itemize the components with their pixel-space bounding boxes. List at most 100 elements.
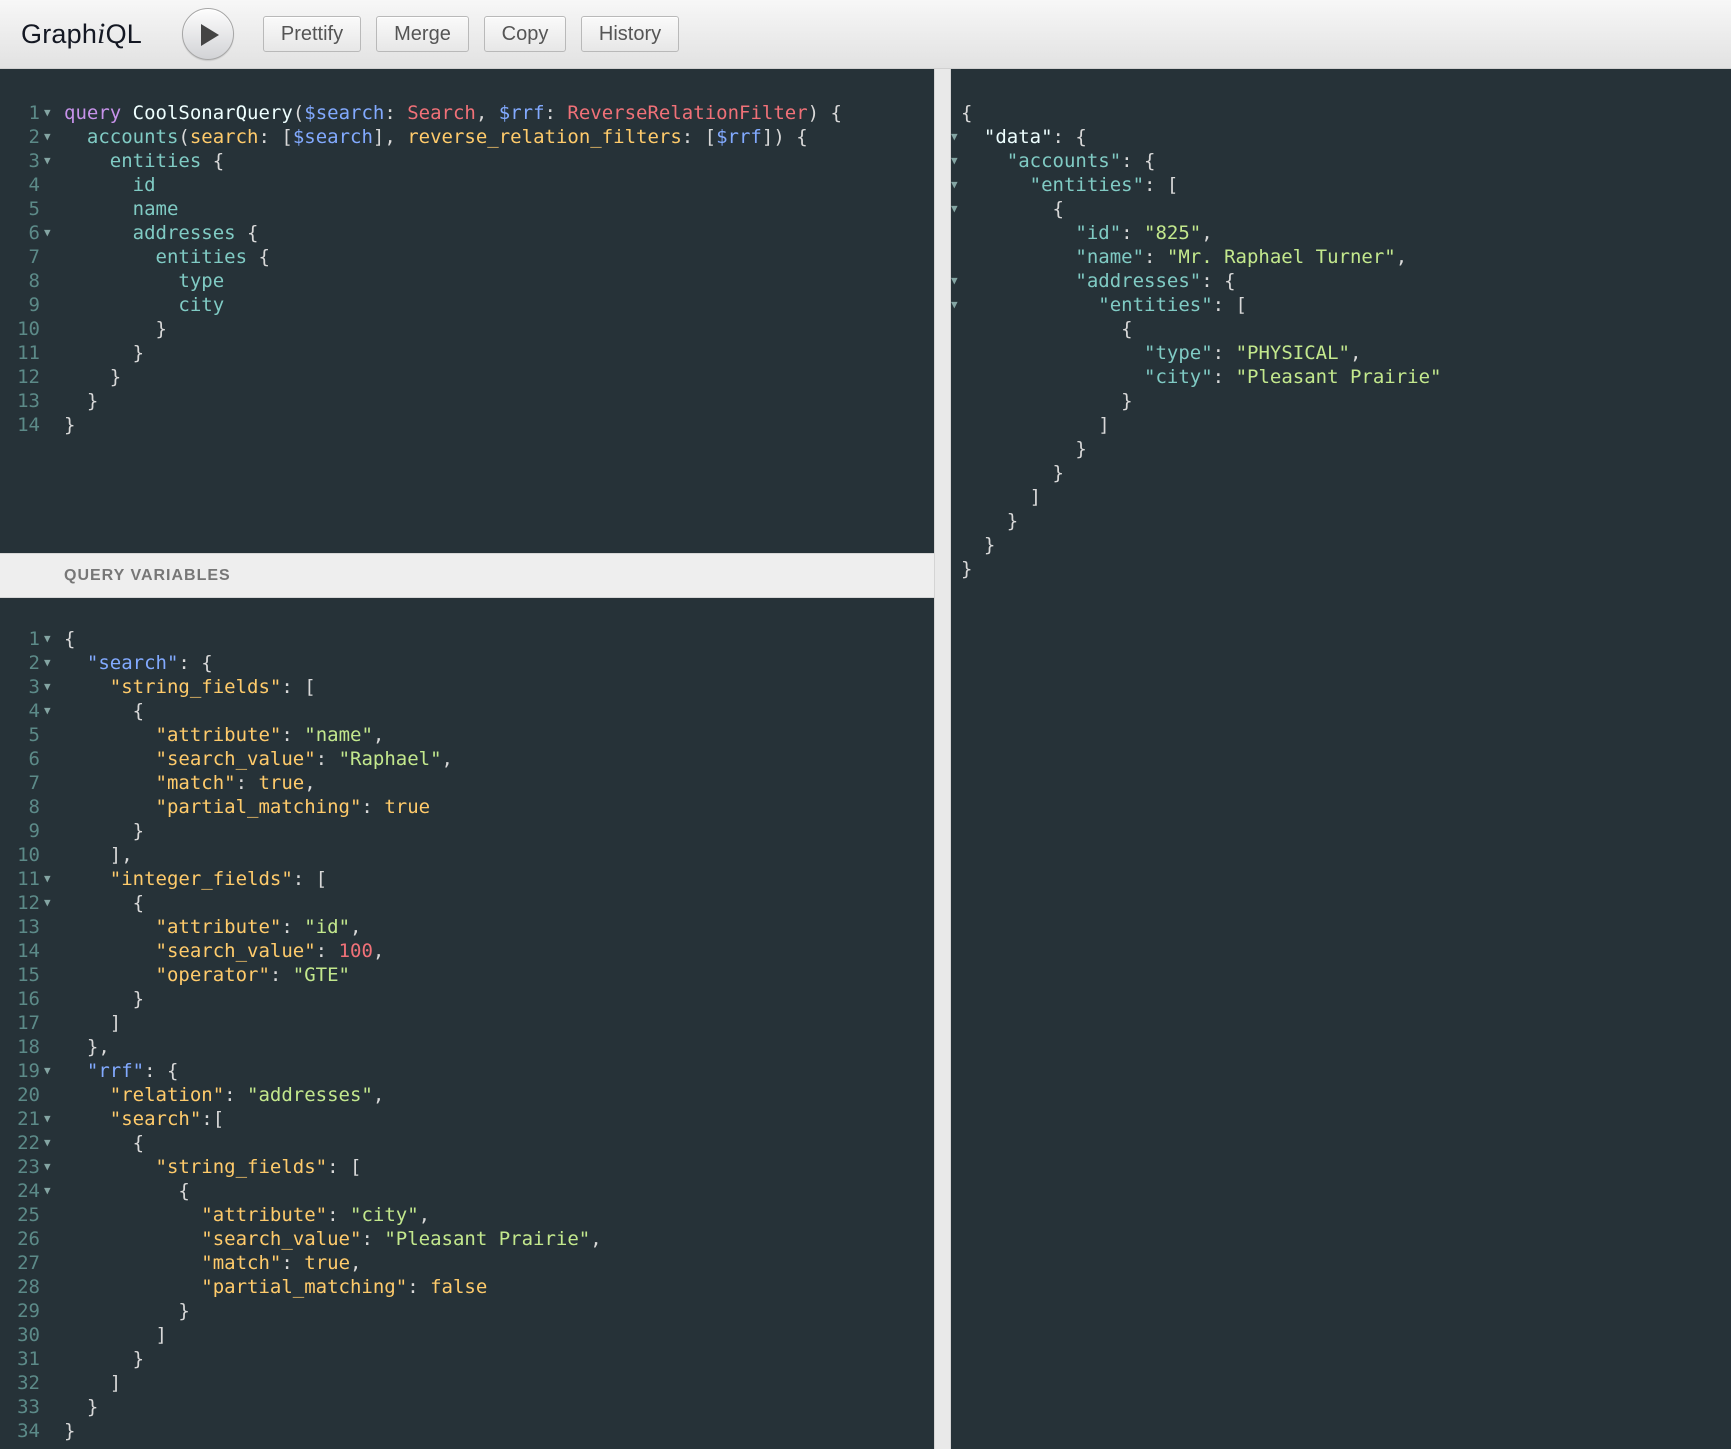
result-line: "accounts": { bbox=[961, 149, 1156, 173]
code-token: ReverseRelationFilter bbox=[567, 102, 808, 124]
line-number: 22 bbox=[17, 1132, 40, 1154]
fold-arrow-icon[interactable]: ▼ bbox=[44, 867, 51, 891]
line-number: 13 bbox=[17, 916, 40, 938]
code-token: "match" bbox=[201, 1252, 282, 1274]
code-text: id bbox=[64, 173, 156, 197]
query-editor[interactable]: 1 ▼ query CoolSonarQuery($search: Search, … bbox=[0, 69, 934, 553]
history-button[interactable]: History bbox=[581, 16, 679, 52]
code-token: "Pleasant Prairie" bbox=[384, 1228, 591, 1250]
code-token: "attribute" bbox=[155, 724, 282, 746]
line-number: 8 bbox=[28, 796, 40, 818]
fold-arrow-icon[interactable]: ▼ bbox=[951, 197, 958, 221]
code-token: search bbox=[189, 126, 259, 148]
result-viewer: {▼ "data": {▼ "accounts": {▼ "entities":… bbox=[951, 69, 1731, 1449]
code-token: "addresses" bbox=[247, 1084, 373, 1106]
fold-arrow-icon[interactable]: ▼ bbox=[44, 1179, 51, 1203]
fold-arrow-icon[interactable]: ▼ bbox=[951, 269, 958, 293]
code-text: "partial_matching": false bbox=[64, 1275, 487, 1299]
fold-arrow-icon[interactable]: ▼ bbox=[44, 125, 51, 149]
variables-editor[interactable]: 1 ▼{2 ▼ "search": {3 ▼ "string_fields": [4 ▼… bbox=[0, 598, 934, 1449]
fold-arrow-icon[interactable]: ▼ bbox=[44, 675, 51, 699]
merge-button[interactable]: Merge bbox=[376, 16, 469, 52]
query-variables-header[interactable]: QUERY VARIABLES bbox=[0, 553, 934, 598]
code-token: Search bbox=[407, 102, 476, 124]
result-line: "data": { bbox=[961, 125, 1087, 149]
code-token: , bbox=[441, 748, 453, 770]
fold-arrow-icon[interactable]: ▼ bbox=[44, 101, 51, 125]
code-token: entities bbox=[155, 246, 248, 268]
fold-arrow-icon[interactable]: ▼ bbox=[44, 1059, 51, 1083]
code-token: : bbox=[269, 964, 293, 986]
code-token: : bbox=[235, 772, 259, 794]
code-token: type bbox=[178, 270, 225, 292]
fold-arrow-icon[interactable]: ▼ bbox=[44, 651, 51, 675]
code-token: { bbox=[201, 150, 225, 172]
fold-arrow-icon[interactable]: ▼ bbox=[951, 293, 958, 317]
code-token: $search bbox=[292, 126, 373, 148]
fold-arrow-icon[interactable]: ▼ bbox=[44, 891, 51, 915]
code-token: "string_fields" bbox=[155, 1156, 328, 1178]
result-line: { bbox=[961, 197, 1064, 221]
code-token: : bbox=[315, 748, 339, 770]
line-number: 17 bbox=[17, 1012, 40, 1034]
code-token: name bbox=[132, 198, 179, 220]
code-token: true bbox=[258, 772, 305, 794]
execute-query-button[interactable] bbox=[182, 8, 234, 60]
code-token: } bbox=[961, 510, 1019, 532]
code-token: { bbox=[64, 628, 76, 650]
code-token: "search_value" bbox=[155, 940, 316, 962]
code-text: { bbox=[64, 1179, 189, 1203]
code-token: ] bbox=[64, 1012, 122, 1034]
fold-arrow-icon[interactable]: ▼ bbox=[44, 221, 51, 245]
code-text: } bbox=[64, 389, 98, 413]
code-token: "relation" bbox=[109, 1084, 225, 1106]
code-token: { bbox=[961, 198, 1064, 220]
code-token: : bbox=[384, 102, 408, 124]
code-token: : [ bbox=[1212, 294, 1247, 316]
pane-resize-handle[interactable] bbox=[934, 69, 951, 1449]
code-text: } bbox=[64, 317, 167, 341]
fold-arrow-icon[interactable]: ▼ bbox=[44, 1107, 51, 1131]
fold-arrow-icon[interactable]: ▼ bbox=[951, 173, 958, 197]
code-token: CoolSonarQuery bbox=[132, 102, 293, 124]
code-text: { bbox=[64, 699, 144, 723]
fold-arrow-icon[interactable]: ▼ bbox=[44, 149, 51, 173]
fold-arrow-icon[interactable]: ▼ bbox=[44, 627, 51, 651]
code-token: ], bbox=[64, 844, 133, 866]
line-number: 2 bbox=[28, 652, 40, 674]
fold-arrow-icon[interactable]: ▼ bbox=[44, 1155, 51, 1179]
result-line: } bbox=[961, 461, 1064, 485]
copy-button[interactable]: Copy bbox=[484, 16, 566, 52]
fold-arrow-icon[interactable]: ▼ bbox=[951, 149, 958, 173]
code-token: "name" bbox=[1075, 246, 1145, 268]
fold-arrow-icon[interactable]: ▼ bbox=[951, 125, 958, 149]
fold-arrow-icon[interactable]: ▼ bbox=[44, 699, 51, 723]
code-text: "string_fields": [ bbox=[64, 1155, 362, 1179]
code-text: "rrf": { bbox=[64, 1059, 179, 1083]
line-number: 19 bbox=[17, 1060, 40, 1082]
line-number: 12 bbox=[17, 366, 40, 388]
code-token: "partial_matching" bbox=[155, 796, 362, 818]
code-token: } bbox=[961, 390, 1133, 412]
code-text: "attribute": "id", bbox=[64, 915, 362, 939]
code-token: : bbox=[281, 1252, 305, 1274]
code-text: entities { bbox=[64, 149, 224, 173]
fold-arrow-icon[interactable]: ▼ bbox=[44, 1131, 51, 1155]
prettify-button[interactable]: Prettify bbox=[263, 16, 361, 52]
code-token: "rrf" bbox=[86, 1060, 145, 1082]
code-token: true bbox=[304, 1252, 351, 1274]
code-token: ) { bbox=[807, 102, 842, 124]
code-token: "search" bbox=[109, 1108, 202, 1130]
